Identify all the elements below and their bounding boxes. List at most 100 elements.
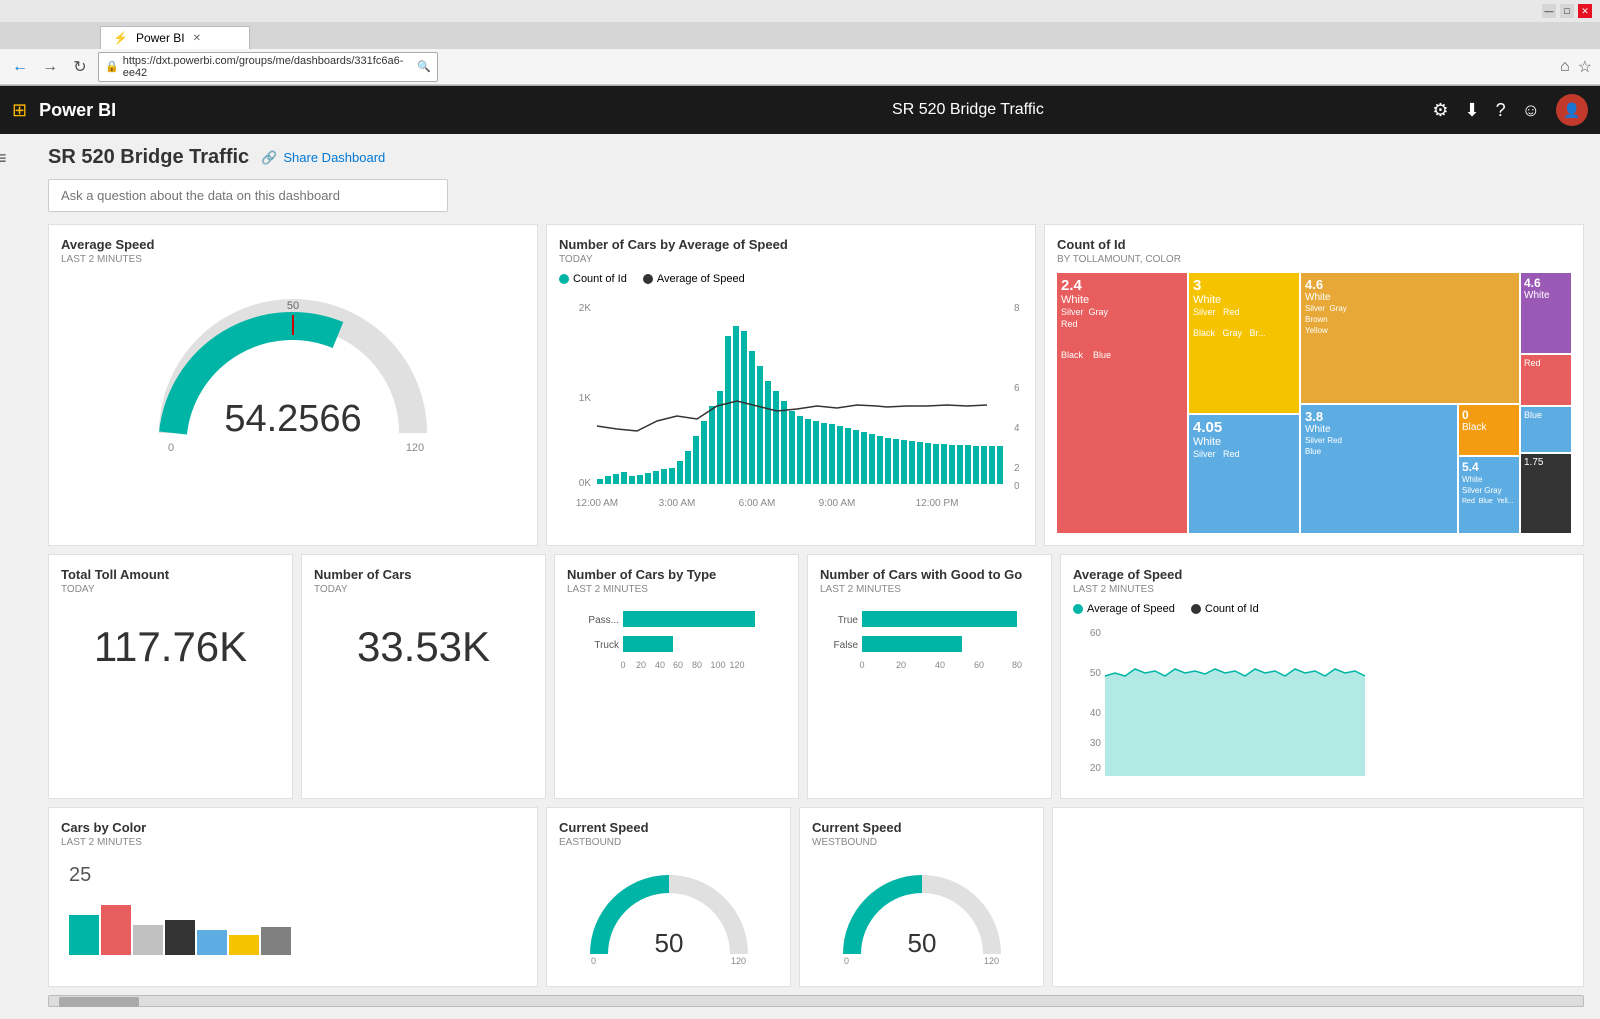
color-bar-yellow: [229, 935, 259, 955]
num-cars-subtitle: TODAY: [314, 584, 533, 595]
cars-by-speed-tile: Number of Cars by Average of Speed TODAY…: [546, 224, 1036, 546]
avatar[interactable]: 👤: [1556, 94, 1588, 126]
speed-wb-gauge-svg: 50 0 120 50: [832, 864, 1012, 974]
horizontal-scrollbar[interactable]: [48, 995, 1584, 1007]
combo-chart-svg: 2K 1K 0K 80 60 40 20 0: [559, 291, 1019, 511]
num-cars-value: 33.53K: [314, 603, 533, 691]
svg-text:120: 120: [406, 442, 424, 453]
svg-text:50: 50: [907, 928, 936, 958]
gauge-container: 50 54.2566 0 120: [61, 273, 525, 463]
cars-good-to-go-tile: Number of Cars with Good to Go LAST 2 MI…: [807, 554, 1052, 799]
svg-text:80: 80: [692, 660, 702, 670]
home-icon[interactable]: ⌂: [1560, 58, 1570, 76]
avg-speed-legend: Average of Speed Count of Id: [1073, 603, 1571, 615]
treemap-col-3: 4.6 White Silver GrayBrownYellow 3.8 Whi…: [1301, 273, 1519, 533]
maximize-button[interactable]: □: [1560, 4, 1574, 18]
minimize-button[interactable]: —: [1542, 4, 1556, 18]
cars-type-title: Number of Cars by Type: [567, 567, 786, 582]
powerbi-logo: Power BI: [39, 100, 503, 121]
address-bar[interactable]: 🔒 https://dxt.powerbi.com/groups/me/dash…: [98, 52, 438, 82]
speed-wb-title: Current Speed: [812, 820, 1031, 835]
current-speed-eb-tile: Current Speed EASTBOUND 50 0 120 50: [546, 807, 791, 987]
svg-text:9:00 AM: 9:00 AM: [819, 498, 856, 509]
active-tab[interactable]: ⚡ Power BI ✕: [100, 26, 250, 49]
browser-chrome: — □ ✕ ⚡ Power BI ✕ ← → ↻ 🔒 https://dxt.p…: [0, 0, 1600, 86]
svg-text:120: 120: [731, 956, 746, 966]
browser-icons: ⌂ ☆: [1560, 57, 1592, 77]
treemap-cell-8[interactable]: 4.6 White: [1521, 273, 1571, 353]
svg-text:0K: 0K: [579, 478, 592, 489]
svg-text:3:00 AM: 3:00 AM: [659, 498, 696, 509]
speed-wb-subtitle: WESTBOUND: [812, 837, 1031, 848]
treemap-cell-3[interactable]: 4.05 White Silver Red: [1189, 415, 1299, 533]
avg-speed-dot: [1073, 604, 1083, 614]
back-button[interactable]: ←: [8, 55, 32, 79]
svg-text:Pass...: Pass...: [588, 615, 619, 626]
treemap-cell-5[interactable]: 3.8 White Silver RedBlue: [1301, 405, 1457, 533]
avg-speed-right-content: [1065, 820, 1571, 974]
svg-text:80: 80: [1014, 303, 1019, 314]
svg-text:40: 40: [1014, 423, 1019, 434]
speed-legend-label: Average of Speed: [657, 273, 745, 285]
svg-text:30: 30: [1090, 738, 1102, 749]
tab-close-button[interactable]: ✕: [193, 33, 201, 44]
svg-text:100: 100: [710, 660, 725, 670]
treemap-cell-9[interactable]: Red: [1521, 355, 1571, 405]
cars-color-title: Cars by Color: [61, 820, 525, 835]
treemap-cell-2[interactable]: 3 White Silver Red Black Gray Br...: [1189, 273, 1299, 413]
color-bar-blue: [197, 930, 227, 955]
treemap-container: 2.4 White Silver Gray Red Black Blue 3 W…: [1057, 273, 1571, 533]
help-button[interactable]: ?: [1496, 100, 1506, 121]
qa-input[interactable]: [48, 179, 448, 212]
refresh-button[interactable]: ↻: [68, 55, 92, 79]
cars-type-subtitle: LAST 2 MINUTES: [567, 584, 786, 595]
svg-text:50: 50: [654, 928, 683, 958]
forward-button[interactable]: →: [38, 55, 62, 79]
svg-text:6:00 AM: 6:00 AM: [739, 498, 776, 509]
treemap-cell-4[interactable]: 4.6 White Silver GrayBrownYellow: [1301, 273, 1519, 403]
treemap-cell-11[interactable]: 1.75: [1521, 454, 1571, 533]
grid-icon[interactable]: ⊞: [12, 100, 27, 121]
legend-count: Count of Id: [559, 273, 627, 285]
tab-favicon: ⚡: [113, 31, 128, 45]
avg-speed-label: Average of Speed: [1087, 603, 1175, 615]
share-icon: 🔗: [261, 150, 277, 166]
total-toll-value: 117.76K: [61, 603, 280, 691]
count-id-title: Count of Id: [1057, 237, 1571, 252]
svg-text:40: 40: [935, 660, 945, 670]
scrollbar-thumb[interactable]: [59, 997, 139, 1007]
dashboard-container: ≡ SR 520 Bridge Traffic 🔗 Share Dashboar…: [0, 134, 1600, 1019]
settings-button[interactable]: ⚙: [1432, 100, 1448, 121]
share-label: Share Dashboard: [283, 150, 385, 165]
favorites-icon[interactable]: ☆: [1578, 57, 1592, 77]
good-to-go-chart: True False 0 20 40 60 80: [820, 603, 1040, 683]
average-speed-tile: Average Speed LAST 2 MINUTES 50 54.2566 …: [48, 224, 538, 546]
svg-text:12:00 AM: 12:00 AM: [576, 498, 618, 509]
svg-text:20: 20: [896, 660, 906, 670]
dashboard-title: SR 520 Bridge Traffic: [48, 146, 249, 169]
svg-text:2K: 2K: [579, 303, 592, 314]
close-button[interactable]: ✕: [1578, 4, 1592, 18]
current-speed-wb-tile: Current Speed WESTBOUND 50 0 120 50: [799, 807, 1044, 987]
svg-text:60: 60: [673, 660, 683, 670]
color-bar-silver: [133, 925, 163, 955]
total-toll-subtitle: TODAY: [61, 584, 280, 595]
treemap-cell-1[interactable]: 2.4 White Silver Gray Red Black Blue: [1057, 273, 1187, 533]
svg-text:20: 20: [636, 660, 646, 670]
share-dashboard-button[interactable]: 🔗 Share Dashboard: [261, 150, 385, 166]
avg-speed-chart-tile: Average of Speed LAST 2 MINUTES Average …: [1060, 554, 1584, 799]
download-button[interactable]: ⬇: [1465, 100, 1480, 121]
treemap-cell-10[interactable]: Blue: [1521, 407, 1571, 452]
svg-text:120: 120: [984, 956, 999, 966]
color-chart: [61, 895, 525, 955]
svg-text:54.2566: 54.2566: [224, 398, 361, 440]
svg-text:Truck: Truck: [594, 640, 620, 651]
tab-bar: ⚡ Power BI ✕: [0, 22, 1600, 49]
feedback-button[interactable]: ☺: [1522, 100, 1540, 121]
count-id-label: Count of Id: [1205, 603, 1259, 615]
sidebar-toggle[interactable]: ≡: [0, 148, 7, 169]
avg-speed-right-tile: [1052, 807, 1584, 987]
treemap-cell-6[interactable]: 0 Black: [1459, 405, 1519, 455]
treemap-cell-7[interactable]: 5.4 White Silver Gray Red Blue Yell...: [1459, 457, 1519, 533]
speed-eb-title: Current Speed: [559, 820, 778, 835]
